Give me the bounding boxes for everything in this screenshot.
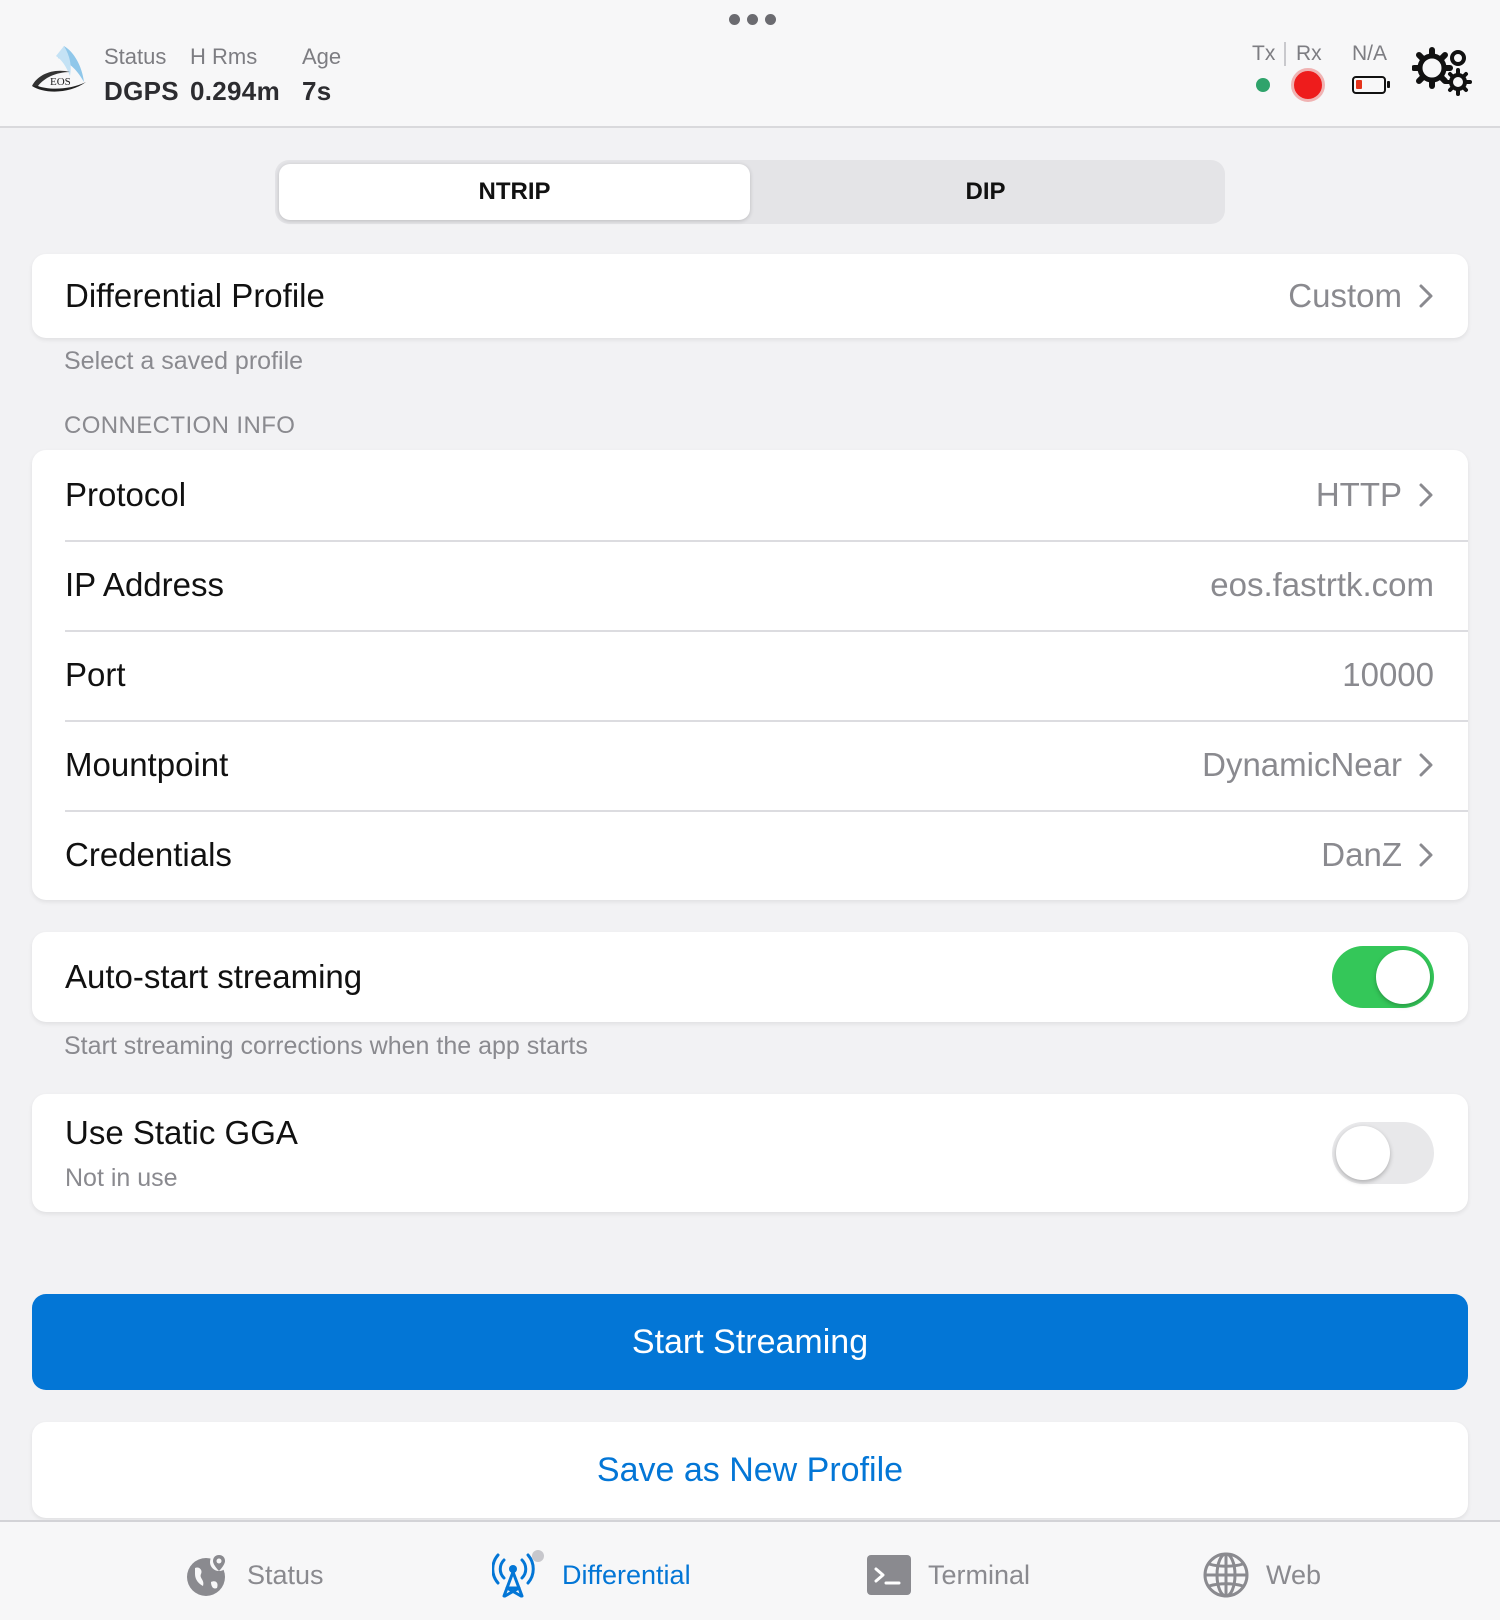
status-value: DGPS <box>104 76 179 106</box>
port-field[interactable]: 10000 <box>1342 656 1434 694</box>
protocol-row[interactable]: Protocol HTTP <box>32 450 1468 540</box>
differential-profile-row[interactable]: Differential Profile Custom <box>32 254 1468 338</box>
credentials-label: Credentials <box>65 836 232 873</box>
status-stat: Status DGPS <box>104 44 179 107</box>
tab-dip[interactable]: DIP <box>750 164 1221 220</box>
mode-segmented-control: NTRIP DIP <box>275 160 1225 224</box>
antenna-icon <box>492 1550 544 1598</box>
hrms-label: H Rms <box>190 44 258 69</box>
chevron-right-icon <box>1419 753 1433 777</box>
tabbar-item-status[interactable]: Status <box>185 1550 324 1600</box>
mountpoint-value: DynamicNear <box>1202 746 1434 784</box>
mountpoint-label: Mountpoint <box>65 746 229 783</box>
tx-label: Tx <box>1252 42 1276 65</box>
bottom-tab-bar: Status Differential Terminal Web <box>0 1520 1500 1620</box>
credentials-row[interactable]: Credentials DanZ <box>32 810 1468 900</box>
start-streaming-button[interactable]: Start Streaming <box>32 1294 1468 1390</box>
protocol-label: Protocol <box>65 476 187 513</box>
rx-indicator-icon <box>1291 68 1325 102</box>
mountpoint-value-text: DynamicNear <box>1202 746 1402 783</box>
tabbar-label-status: Status <box>247 1559 324 1590</box>
connection-section-title: CONNECTION INFO <box>64 412 296 439</box>
profile-caption: Select a saved profile <box>64 347 304 375</box>
window-grabber[interactable] <box>729 14 776 25</box>
tabbar-label-differential: Differential <box>562 1559 691 1590</box>
battery-label: N/A <box>1352 42 1388 65</box>
credentials-value-text: DanZ <box>1321 836 1402 873</box>
differential-profile-label: Differential Profile <box>65 277 325 314</box>
ip-address-row[interactable]: IP Address eos.fastrtk.com <box>32 540 1468 630</box>
tab-ntrip[interactable]: NTRIP <box>279 164 750 220</box>
status-label: Status <box>104 44 167 69</box>
static-gga-sublabel: Not in use <box>65 1163 178 1192</box>
globe-icon <box>1203 1552 1249 1598</box>
profile-card: Differential Profile Custom <box>32 254 1468 338</box>
chevron-right-icon <box>1419 483 1433 507</box>
chevron-right-icon <box>1419 843 1433 867</box>
tabbar-item-differential[interactable]: Differential <box>492 1550 691 1600</box>
connection-card: Protocol HTTP IP Address eos.fastrtk.com… <box>32 450 1468 900</box>
port-label: Port <box>65 656 126 693</box>
differential-profile-value-text: Custom <box>1288 277 1402 314</box>
port-row[interactable]: Port 10000 <box>32 630 1468 720</box>
tx-indicator-icon <box>1256 78 1270 92</box>
tx-rx-divider <box>1284 42 1286 66</box>
age-stat: Age 7s <box>302 44 341 107</box>
hrms-stat: H Rms 0.294m <box>190 44 280 107</box>
protocol-value-text: HTTP <box>1315 476 1402 513</box>
settings-gears-icon[interactable] <box>1412 46 1472 96</box>
hrms-value: 0.294m <box>190 76 280 106</box>
save-profile-button[interactable]: Save as New Profile <box>32 1422 1468 1518</box>
static-gga-row: Use Static GGA Not in use <box>32 1094 1468 1212</box>
credentials-value: DanZ <box>1321 836 1434 874</box>
protocol-value: HTTP <box>1316 476 1434 514</box>
autostart-caption: Start streaming corrections when the app… <box>64 1032 588 1060</box>
globe-pin-icon <box>187 1553 228 1596</box>
mountpoint-row[interactable]: Mountpoint DynamicNear <box>32 720 1468 810</box>
autostart-card: Auto-start streaming <box>32 932 1468 1022</box>
static-gga-toggle[interactable] <box>1332 1122 1434 1184</box>
tabbar-label-terminal: Terminal <box>928 1559 1031 1590</box>
autostart-toggle[interactable] <box>1332 946 1434 1008</box>
autostart-row: Auto-start streaming <box>32 932 1468 1022</box>
age-value: 7s <box>302 76 332 106</box>
chevron-right-icon <box>1419 284 1433 308</box>
static-gga-text: Use Static GGA Not in use <box>65 1114 1332 1193</box>
ip-address-label: IP Address <box>65 566 224 603</box>
age-label: Age <box>302 44 342 69</box>
eos-logo: EOS <box>32 46 86 92</box>
status-header: EOS Status DGPS H Rms 0.294m Age 7s Tx R… <box>0 0 1500 128</box>
svg-text:EOS: EOS <box>50 76 71 88</box>
battery-icon <box>1352 76 1390 94</box>
rx-label: Rx <box>1296 42 1322 65</box>
tabbar-item-terminal[interactable]: Terminal <box>866 1550 1030 1600</box>
differential-profile-value: Custom <box>1288 277 1434 315</box>
static-gga-label: Use Static GGA <box>65 1113 298 1151</box>
ip-address-field[interactable]: eos.fastrtk.com <box>1210 566 1434 604</box>
autostart-label: Auto-start streaming <box>65 958 363 995</box>
terminal-icon <box>867 1555 911 1595</box>
tabbar-label-web: Web <box>1266 1559 1322 1590</box>
tabbar-item-web[interactable]: Web <box>1202 1550 1321 1600</box>
static-gga-card: Use Static GGA Not in use <box>32 1094 1468 1212</box>
